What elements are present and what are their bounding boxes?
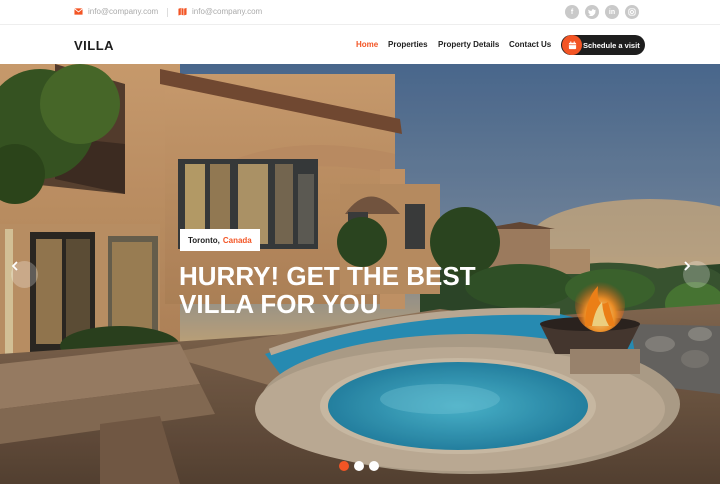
chevron-left-icon (11, 261, 18, 271)
location-badge: Toronto, Canada (180, 229, 260, 251)
email-text-1: info@company.com (88, 7, 159, 16)
schedule-visit-label: Schedule a visit (583, 40, 640, 50)
nav-properties[interactable]: Properties (388, 40, 428, 49)
slider-pagination (339, 461, 379, 471)
contact-email-1[interactable]: info@company.com (74, 7, 158, 16)
hero-headline: Hurry! Get the Best Villa for you (179, 262, 499, 318)
top-bar: info@company.com info@company.com f in (0, 0, 720, 25)
slide-dot-3[interactable] (369, 461, 379, 471)
nav-contact-us[interactable]: Contact Us (509, 40, 551, 49)
twitter-icon[interactable] (585, 5, 599, 19)
nav-property-details[interactable]: Property Details (438, 40, 499, 49)
logo[interactable]: VILLA (74, 38, 114, 53)
next-slide-button[interactable] (683, 261, 710, 288)
hero-headline-line-1: Hurry! Get the Best (179, 261, 476, 291)
nav-home[interactable]: Home (356, 40, 378, 49)
slide-dot-1[interactable] (339, 461, 349, 471)
linkedin-icon[interactable]: in (605, 5, 619, 19)
hero-headline-line-2: Villa for you (179, 289, 379, 319)
facebook-icon[interactable]: f (565, 5, 579, 19)
email-text-2: info@company.com (192, 7, 263, 16)
divider (167, 8, 168, 17)
map-icon (178, 7, 187, 16)
instagram-icon[interactable] (625, 5, 639, 19)
location-country: Canada (222, 235, 252, 245)
chevron-right-icon (684, 261, 691, 271)
schedule-visit-button[interactable]: Schedule a visit (561, 35, 645, 55)
envelope-icon (74, 8, 83, 15)
prev-slide-button[interactable] (11, 261, 38, 288)
calendar-icon (562, 35, 582, 55)
contact-email-2[interactable]: info@company.com (178, 7, 262, 16)
main-navbar: VILLA Home Properties Property Details C… (0, 25, 720, 64)
location-city: Toronto, (188, 235, 220, 245)
slide-dot-2[interactable] (354, 461, 364, 471)
